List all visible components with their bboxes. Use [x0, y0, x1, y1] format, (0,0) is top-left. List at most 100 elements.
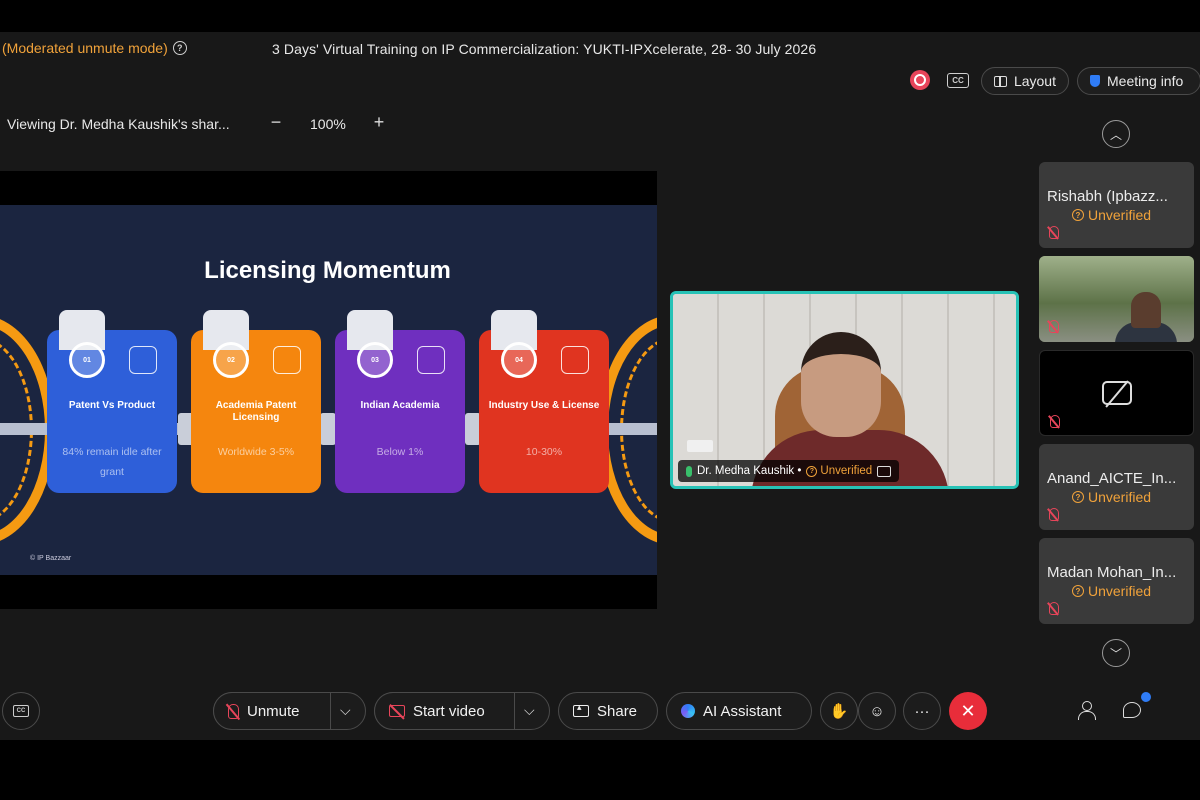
card-number: 03	[357, 342, 393, 378]
divider	[514, 693, 515, 729]
help-icon: ?	[1072, 209, 1084, 221]
unverified-badge: ? Unverified	[1072, 489, 1151, 505]
mic-muted-icon	[228, 703, 239, 719]
card-title: Academia Patent Licensing	[215, 400, 297, 423]
start-video-button[interactable]: Start video	[374, 692, 514, 730]
speaker-name: Dr. Medha Kaushik •	[697, 465, 802, 477]
slide-card-4: 04 Industry Use & License 10-30%	[479, 310, 609, 493]
card-subtitle: 84% remain idle after grant	[62, 446, 162, 478]
scroll-up-button[interactable]: ︿	[1102, 120, 1130, 148]
video-group: Start video ⌵	[374, 692, 550, 730]
moderated-mode-indicator[interactable]: (Moderated unmute mode) ?	[2, 40, 187, 56]
meeting-title: 3 Days' Virtual Training on IP Commercia…	[272, 41, 817, 57]
card-subtitle: 10-30%	[525, 446, 563, 458]
participant-name: Rishabh (Ipbazz...	[1047, 188, 1168, 205]
moderated-mode-label: (Moderated unmute mode)	[2, 40, 168, 56]
unverified-badge: ? Unverified	[1072, 583, 1151, 599]
speaker-name-bar: Dr. Medha Kaushik • ? Unverified	[678, 460, 900, 482]
help-icon[interactable]: ?	[172, 41, 187, 55]
participant-name: Anand_AICTE_In...	[1047, 470, 1177, 487]
captions-button[interactable]: CC	[2, 692, 40, 730]
gear-graphic	[320, 413, 336, 445]
video-options-chevron-icon[interactable]: ⌵	[524, 702, 535, 719]
card-number: 04	[501, 342, 537, 378]
zoom-out-button[interactable]: −	[268, 112, 284, 133]
layout-label: Layout	[1013, 73, 1056, 89]
speaker-head	[801, 332, 881, 437]
megaphone-icon	[417, 346, 445, 374]
slide-card-3: 03 Indian Academia Below 1%	[335, 310, 465, 493]
unmute-group: Unmute ⌵	[213, 692, 366, 730]
more-options-button[interactable]: ···	[903, 692, 941, 730]
layout-button[interactable]: Layout	[981, 67, 1069, 95]
unverified-badge: ? Unverified	[806, 465, 872, 477]
audio-options-chevron-icon[interactable]: ⌵	[340, 702, 351, 719]
slide-card-2: 02 Academia Patent Licensing Worldwide 3…	[191, 310, 321, 493]
zoom-in-button[interactable]: +	[371, 112, 387, 133]
unmute-button[interactable]: Unmute	[213, 692, 330, 730]
chat-bubbles-icon	[561, 346, 589, 374]
share-button[interactable]: Share	[558, 692, 658, 730]
card-title: Industry Use & License	[488, 400, 600, 411]
ai-assistant-icon	[681, 704, 695, 718]
captions-icon: CC	[13, 705, 29, 717]
shield-icon	[1090, 75, 1100, 87]
meeting-info-button[interactable]: Meeting info	[1077, 67, 1200, 95]
participant-head	[1131, 292, 1161, 328]
bottom-black-strip	[0, 740, 1200, 800]
video-icon	[877, 465, 892, 477]
zoom-level: 100%	[310, 116, 346, 132]
leave-meeting-button[interactable]: ✕	[949, 692, 987, 730]
unmute-label: Unmute	[247, 702, 300, 720]
video-off-icon	[389, 705, 405, 717]
target-icon	[129, 346, 157, 374]
participant-tile-video[interactable]	[1039, 256, 1194, 342]
mic-muted-icon	[1049, 320, 1059, 333]
mic-muted-icon	[1049, 226, 1059, 239]
share-screen-icon	[573, 702, 589, 717]
card-title: Indian Academia	[360, 400, 440, 411]
shared-slide: Licensing Momentum 01 Patent Vs Product …	[0, 205, 657, 575]
participant-name: Madan Mohan_In...	[1047, 564, 1177, 581]
ai-assistant-label: AI Assistant	[703, 702, 782, 720]
mic-muted-icon	[1049, 602, 1059, 615]
closed-captions-button[interactable]: CC	[947, 73, 969, 88]
card-subtitle: Below 1%	[376, 446, 424, 458]
help-icon: ?	[1072, 585, 1084, 597]
chat-notification-dot	[1141, 692, 1151, 702]
card-number: 02	[213, 342, 249, 378]
participants-icon[interactable]	[1077, 701, 1096, 721]
card-title: Patent Vs Product	[68, 400, 156, 411]
share-label: Share	[597, 702, 638, 720]
slide-title: Licensing Momentum	[204, 257, 451, 284]
unverified-badge: ? Unverified	[1072, 207, 1151, 223]
help-icon: ?	[806, 465, 818, 477]
layout-icon	[994, 75, 1007, 87]
recording-icon[interactable]	[910, 70, 930, 90]
start-video-label: Start video	[413, 702, 485, 720]
help-icon: ?	[1072, 491, 1084, 503]
raise-hand-button[interactable]: ✋	[820, 692, 858, 730]
wall-object	[687, 440, 713, 452]
slide-credit: © IP Bazzaar	[30, 555, 72, 562]
chat-icon[interactable]	[1123, 702, 1141, 718]
meeting-info-label: Meeting info	[1107, 73, 1184, 89]
mic-active-icon	[686, 465, 692, 477]
camera-off-icon	[1102, 381, 1132, 405]
monitor-icon	[273, 346, 301, 374]
reactions-button[interactable]: ☺	[858, 692, 896, 730]
participant-tile-camera-off[interactable]	[1039, 350, 1194, 436]
mic-muted-icon	[1049, 508, 1059, 521]
divider	[330, 693, 331, 729]
participant-tile[interactable]: Madan Mohan_In... ? Unverified	[1039, 538, 1194, 624]
viewing-share-label: Viewing Dr. Medha Kaushik's shar...	[7, 116, 230, 132]
slide-card-1: 01 Patent Vs Product 84% remain idle aft…	[47, 310, 177, 493]
card-number: 01	[69, 342, 105, 378]
top-black-strip	[0, 0, 1200, 32]
participant-tile[interactable]: Rishabh (Ipbazz... ? Unverified	[1039, 162, 1194, 248]
participant-tile[interactable]: Anand_AICTE_In... ? Unverified	[1039, 444, 1194, 530]
scroll-down-button[interactable]: ﹀	[1102, 639, 1130, 667]
card-subtitle: Worldwide 3-5%	[217, 446, 295, 458]
mic-muted-icon	[1050, 415, 1060, 428]
ai-assistant-button[interactable]: AI Assistant	[666, 692, 812, 730]
